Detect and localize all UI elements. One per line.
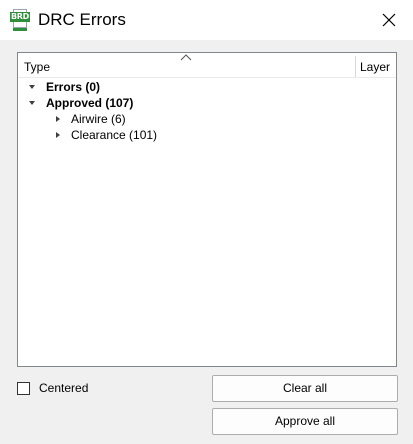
sort-ascending-icon — [180, 54, 192, 61]
close-button[interactable] — [374, 6, 404, 34]
brd-icon: BRD — [10, 9, 30, 31]
clear-all-button[interactable]: Clear all — [212, 375, 398, 402]
column-header-type[interactable]: Type — [24, 60, 50, 74]
approve-all-button[interactable]: Approve all — [212, 408, 398, 435]
tree-row-label: Clearance (101) — [71, 128, 158, 142]
header-divider — [18, 77, 396, 78]
drc-tree-view[interactable]: Type Layer Errors (0) Approved (107) Air… — [17, 52, 397, 367]
centered-checkbox-label[interactable]: Centered — [39, 381, 88, 395]
drc-errors-dialog: BRD DRC Errors Type Layer Errors (0) App… — [0, 0, 413, 444]
close-icon — [382, 13, 396, 27]
tree-row-label: Errors (0) — [46, 80, 101, 94]
brd-icon-foot — [13, 28, 27, 31]
column-header-layer[interactable]: Layer — [360, 60, 390, 74]
expanded-triangle-icon[interactable] — [28, 99, 36, 107]
expanded-triangle-icon[interactable] — [28, 83, 36, 91]
brd-icon-badge: BRD — [10, 12, 30, 22]
collapsed-triangle-icon[interactable] — [54, 115, 62, 123]
centered-checkbox[interactable] — [17, 382, 30, 395]
collapsed-triangle-icon[interactable] — [54, 131, 62, 139]
column-separator[interactable] — [355, 56, 356, 78]
tree-row-label: Approved (107) — [46, 96, 134, 110]
window-title: DRC Errors — [38, 10, 126, 29]
title-bar[interactable]: BRD DRC Errors — [0, 0, 413, 40]
tree-row-label: Airwire (6) — [71, 112, 126, 126]
